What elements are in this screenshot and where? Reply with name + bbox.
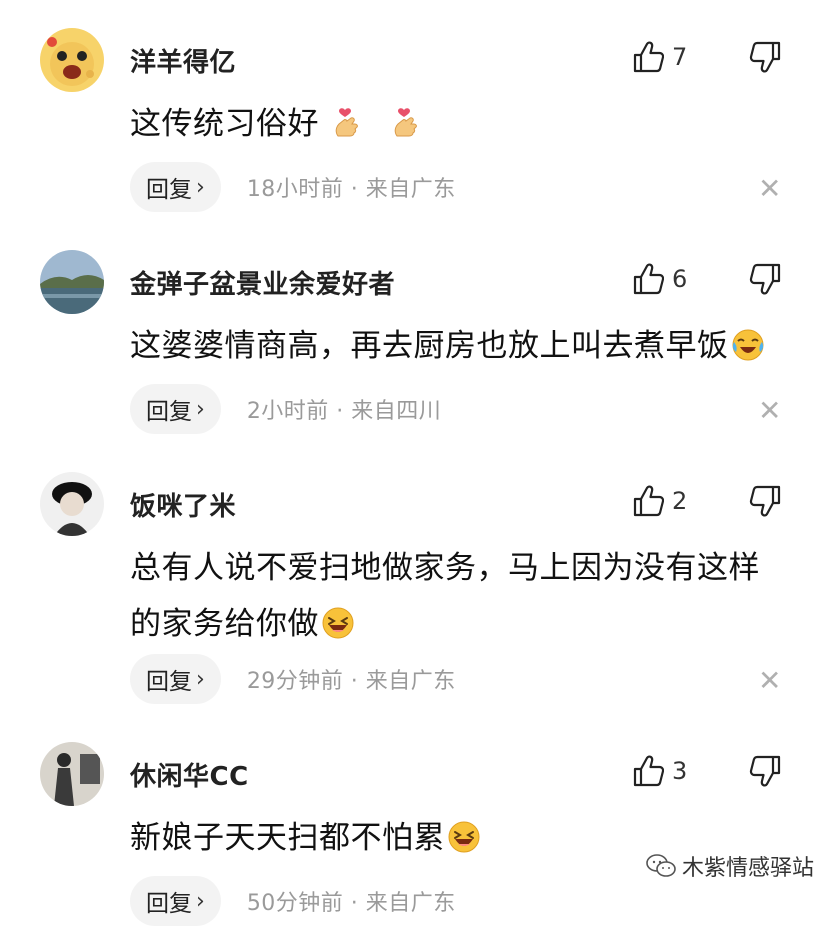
laughing-emoji xyxy=(321,606,355,640)
thumbs-down-icon xyxy=(748,484,782,518)
chevron-right-icon: › xyxy=(196,396,205,422)
username[interactable]: 饭咪了米 xyxy=(130,486,236,523)
dislike-button[interactable] xyxy=(748,262,782,300)
like-button[interactable]: 3 xyxy=(632,754,687,788)
comment-meta: 回复 › 50分钟前 · 来自广东 xyxy=(130,876,456,926)
close-icon[interactable]: ✕ xyxy=(758,394,781,427)
avatar[interactable] xyxy=(40,472,104,536)
thumbs-up-icon xyxy=(632,40,664,74)
username[interactable]: 休闲华CC xyxy=(130,756,249,793)
thumbs-up-icon xyxy=(632,754,664,788)
comment-text: 这传统习俗好 xyxy=(130,96,810,152)
timestamp: 29分钟前 · 来自广东 xyxy=(246,669,456,694)
thumbs-down-icon xyxy=(748,754,782,788)
dislike-button[interactable] xyxy=(748,40,782,78)
chevron-right-icon: › xyxy=(196,888,205,914)
finger-heart-emoji xyxy=(390,106,424,140)
laughing-emoji xyxy=(447,820,481,854)
wechat-icon xyxy=(646,854,676,877)
dislike-button[interactable] xyxy=(748,484,782,522)
avatar[interactable] xyxy=(40,250,104,314)
thumbs-down-icon xyxy=(748,262,782,296)
reply-button[interactable]: 回复 › xyxy=(130,162,221,212)
reply-button[interactable]: 回复 › xyxy=(130,384,221,434)
thumbs-down-icon xyxy=(748,40,782,74)
dislike-button[interactable] xyxy=(748,754,782,792)
like-count: 2 xyxy=(672,487,688,515)
timestamp: 2小时前 · 来自四川 xyxy=(246,399,442,424)
avatar[interactable] xyxy=(40,28,104,92)
close-icon[interactable]: ✕ xyxy=(758,172,781,205)
reply-button[interactable]: 回复 › xyxy=(130,654,221,704)
comment-text: 这婆婆情商高，再去厨房也放上叫去煮早饭 xyxy=(130,318,810,374)
avatar[interactable] xyxy=(40,742,104,806)
comment-meta: 回复 › 18小时前 · 来自广东 xyxy=(130,162,456,212)
timestamp: 50分钟前 · 来自广东 xyxy=(246,891,456,916)
crying-laughing-emoji xyxy=(731,328,765,362)
thumbs-up-icon xyxy=(632,262,664,296)
reply-button[interactable]: 回复 › xyxy=(130,876,221,926)
watermark: 木紫情感驿站 xyxy=(646,850,814,882)
finger-heart-emoji xyxy=(331,106,365,140)
watermark-text: 木紫情感驿站 xyxy=(682,856,815,881)
like-count: 6 xyxy=(672,265,688,293)
comment-meta: 回复 › 29分钟前 · 来自广东 xyxy=(130,654,456,704)
comment-meta: 回复 › 2小时前 · 来自四川 xyxy=(130,384,441,434)
like-count: 3 xyxy=(672,757,688,785)
timestamp: 18小时前 · 来自广东 xyxy=(246,177,456,202)
like-button[interactable]: 7 xyxy=(632,40,687,74)
comment-text: 总有人说不爱扫地做家务，马上因为没有这样 的家务给你做 xyxy=(130,550,760,642)
chevron-right-icon: › xyxy=(196,174,205,200)
thumbs-up-icon xyxy=(632,484,664,518)
username[interactable]: 洋羊得亿 xyxy=(130,42,236,79)
like-count: 7 xyxy=(672,43,688,71)
like-button[interactable]: 2 xyxy=(632,484,687,518)
close-icon[interactable]: ✕ xyxy=(758,664,781,697)
username[interactable]: 金弹子盆景业余爱好者 xyxy=(130,264,395,301)
chevron-right-icon: › xyxy=(196,666,205,692)
like-button[interactable]: 6 xyxy=(632,262,687,296)
